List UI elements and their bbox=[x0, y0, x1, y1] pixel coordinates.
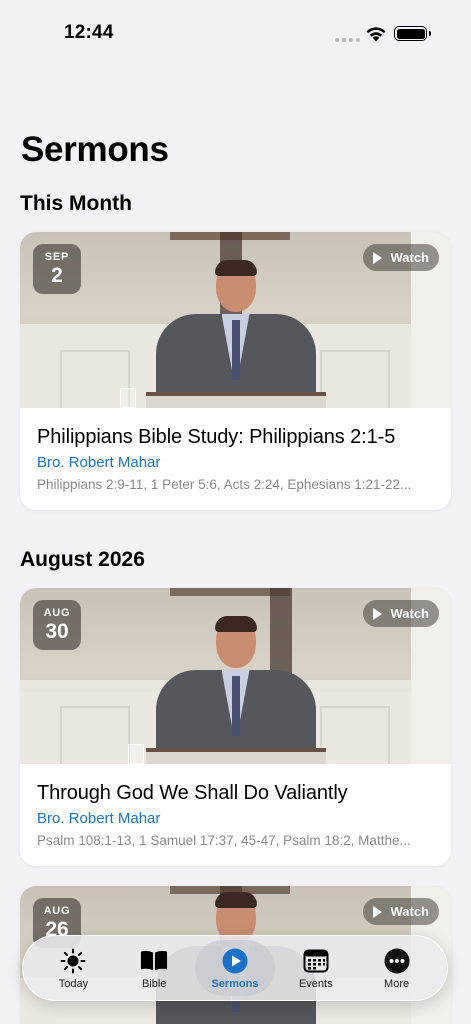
tab-label: Bible bbox=[141, 977, 167, 990]
tab-label: Sermons bbox=[211, 977, 259, 990]
tab-label: Events bbox=[298, 977, 333, 990]
sermon-title: Philippians Bible Study: Philippians 2:1… bbox=[37, 426, 396, 448]
watch-label: Watch bbox=[390, 606, 429, 621]
sermon-card[interactable]: SEP 2 Watch Philippians Bible Study: Phi… bbox=[20, 232, 451, 510]
status-time: 12:44 bbox=[64, 22, 114, 43]
tab-today[interactable]: Today bbox=[33, 940, 114, 996]
watch-button[interactable]: Watch bbox=[363, 244, 439, 271]
watch-label: Watch bbox=[390, 250, 429, 265]
battery-icon bbox=[394, 26, 431, 41]
tab-bible[interactable]: Bible bbox=[114, 940, 195, 996]
signal-icon bbox=[335, 38, 360, 42]
date-day: 30 bbox=[45, 620, 69, 643]
sermon-references: Psalm 108:1-13, 1 Samuel 17:37, 45-47, P… bbox=[37, 833, 411, 848]
tab-label: More bbox=[384, 977, 410, 990]
page-title: Sermons bbox=[21, 130, 169, 169]
date-month: AUG bbox=[43, 607, 71, 619]
sermon-speaker[interactable]: Bro. Robert Mahar bbox=[37, 454, 434, 471]
watch-label: Watch bbox=[390, 904, 429, 919]
preacher-image bbox=[146, 260, 326, 408]
tab-more[interactable]: More bbox=[356, 940, 437, 996]
tab-sermons[interactable]: Sermons bbox=[194, 940, 276, 996]
date-month: AUG bbox=[43, 905, 71, 917]
play-circle-icon bbox=[221, 947, 249, 975]
sun-icon bbox=[59, 947, 87, 975]
play-icon bbox=[373, 607, 383, 620]
play-icon bbox=[373, 251, 383, 264]
status-bar: 12:44 bbox=[0, 0, 471, 62]
sermon-thumbnail[interactable]: AUG 30 Watch bbox=[20, 588, 451, 764]
date-badge: AUG 30 bbox=[33, 600, 81, 650]
section-title-august-2026: August 2026 bbox=[20, 548, 145, 571]
tab-events[interactable]: Events bbox=[275, 940, 356, 996]
sermon-speaker[interactable]: Bro. Robert Mahar bbox=[37, 810, 434, 827]
watch-button[interactable]: Watch bbox=[363, 898, 439, 925]
calendar-icon bbox=[302, 947, 330, 975]
tab-bar: Today Bible Sermons Events More bbox=[22, 935, 448, 1001]
date-month: SEP bbox=[44, 251, 70, 263]
tab-label: Today bbox=[58, 977, 89, 990]
section-title-this-month: This Month bbox=[20, 192, 132, 215]
sermon-title: Through God We Shall Do Valiantly bbox=[37, 782, 348, 804]
sermon-card[interactable]: AUG 30 Watch Through God We Shall Do Val… bbox=[20, 588, 451, 866]
preacher-image bbox=[146, 616, 326, 764]
watch-button[interactable]: Watch bbox=[363, 600, 439, 627]
date-badge: SEP 2 bbox=[33, 244, 81, 294]
sermon-references: Philippians 2:9-11, 1 Peter 5:6, Acts 2:… bbox=[37, 477, 412, 492]
book-icon bbox=[140, 947, 168, 975]
play-icon bbox=[373, 905, 383, 918]
wifi-icon bbox=[366, 27, 386, 42]
ellipsis-circle-icon bbox=[383, 947, 411, 975]
sermon-thumbnail[interactable]: SEP 2 Watch bbox=[20, 232, 451, 408]
date-day: 2 bbox=[51, 264, 63, 287]
